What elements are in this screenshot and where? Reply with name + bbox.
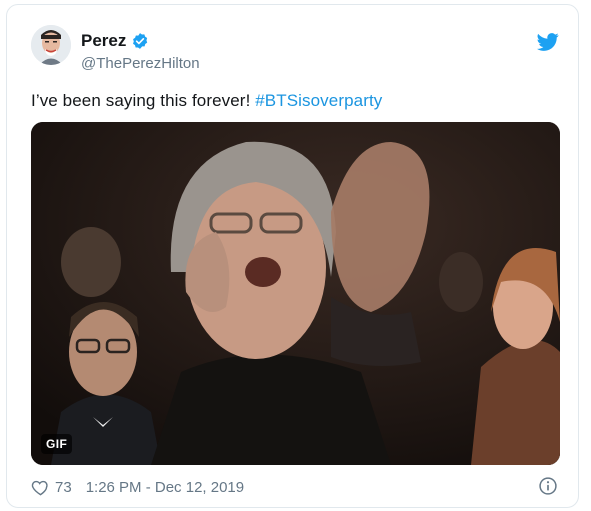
verified-badge-icon [133,33,148,49]
avatar[interactable] [31,25,71,65]
gif-badge: GIF [41,434,73,454]
hashtag-link[interactable]: #BTSisoverparty [255,91,382,110]
twitter-bird-icon[interactable] [537,31,559,53]
author-handle[interactable]: @ThePerezHilton [81,55,200,72]
info-icon[interactable] [538,476,558,496]
like-count[interactable]: 73 [55,479,72,496]
avatar-image [31,25,71,65]
tweet-card: Perez @ThePerezHilton I’ve been saying t… [6,4,579,508]
gif-frame-image [31,122,560,465]
tweet-text-body: I’ve been saying this forever! [31,91,256,110]
author-display-name[interactable]: Perez [81,31,126,51]
tweet-text: I’ve been saying this forever! #BTSisove… [31,91,382,111]
heart-icon[interactable] [31,478,50,497]
gif-media[interactable]: GIF [31,122,560,465]
author-name-row[interactable]: Perez [81,31,149,51]
tweet-footer: 73 1:26 PM - Dec 12, 2019 [31,475,558,499]
tweet-timestamp[interactable]: 1:26 PM - Dec 12, 2019 [86,479,244,496]
